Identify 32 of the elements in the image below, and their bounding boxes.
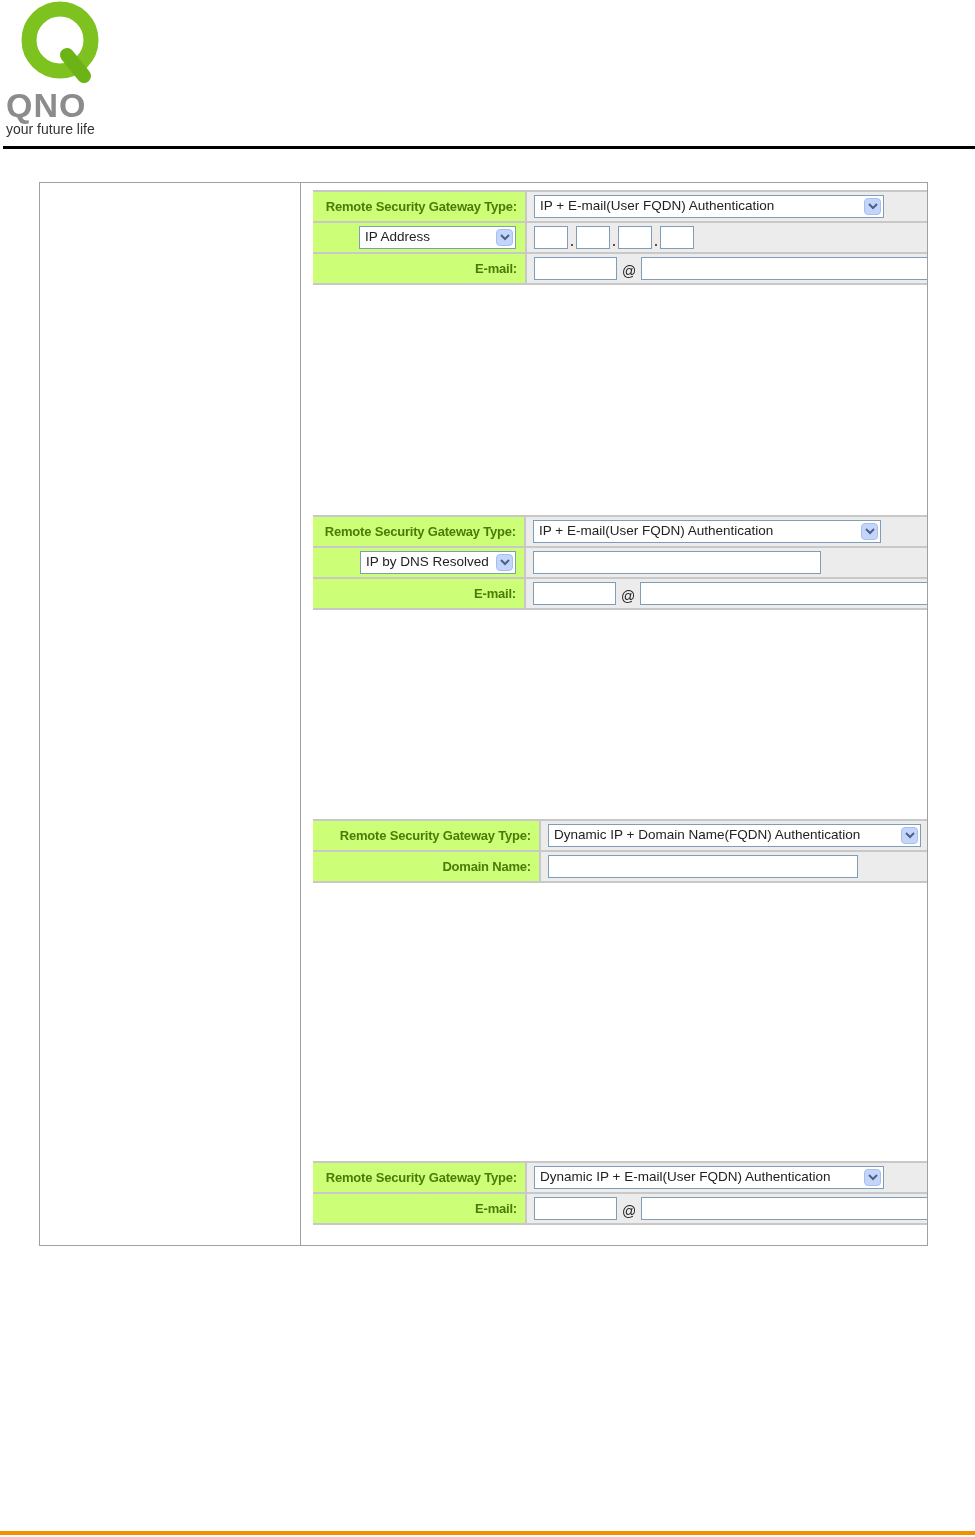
field-label: Remote Security Gateway Type: — [324, 522, 516, 541]
at-sign: @ — [622, 264, 637, 278]
dropdown-select[interactable]: IP + E-mail(User FQDN) Authentication — [533, 520, 881, 543]
input-field[interactable] — [548, 855, 858, 878]
input-field[interactable] — [533, 551, 821, 574]
input-field[interactable] — [534, 257, 617, 280]
input-field[interactable] — [534, 226, 568, 249]
field-label: Remote Security Gateway Type: — [325, 1168, 517, 1187]
field-label: E-mail: — [475, 1199, 517, 1218]
input-field[interactable] — [534, 1197, 617, 1220]
field-label: Remote Security Gateway Type: — [325, 197, 517, 216]
dot-separator-icon — [655, 244, 657, 246]
field-label: Remote Security Gateway Type: — [339, 826, 531, 845]
input-field[interactable] — [576, 226, 610, 249]
input-field[interactable] — [641, 257, 927, 280]
dropdown-select[interactable]: Dynamic IP + Domain Name(FQDN) Authentication — [548, 824, 921, 847]
dot-separator-icon — [571, 244, 573, 246]
dropdown-select[interactable]: Dynamic IP + E-mail(User FQDN) Authentication — [534, 1166, 884, 1189]
dropdown-select[interactable]: IP by DNS Resolved — [360, 551, 516, 574]
input-field[interactable] — [533, 582, 616, 605]
input-field[interactable] — [618, 226, 652, 249]
dropdown-select[interactable]: IP Address — [359, 226, 516, 249]
field-label: E-mail: — [475, 259, 517, 278]
dropdown-select[interactable]: IP + E-mail(User FQDN) Authentication — [534, 195, 884, 218]
dot-separator-icon — [613, 244, 615, 246]
at-sign: @ — [622, 1204, 637, 1218]
field-label: Domain Name: — [442, 857, 531, 876]
input-field[interactable] — [640, 582, 927, 605]
field-label: E-mail: — [474, 584, 516, 603]
at-sign: @ — [621, 589, 636, 603]
input-field[interactable] — [660, 226, 694, 249]
input-field[interactable] — [641, 1197, 927, 1220]
